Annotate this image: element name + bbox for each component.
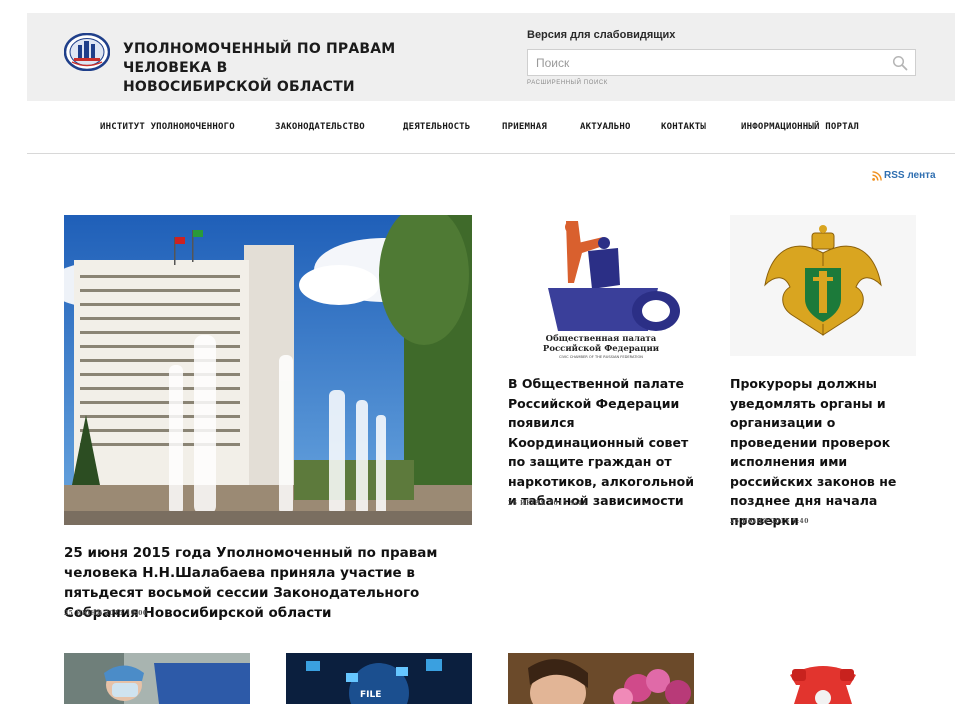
civic-caption-2: Российской Федерации [543,343,660,354]
surgeon-photo [64,653,250,704]
nav-item-institute[interactable]: ИНСТИТУТ УПОЛНОМОЧЕННОГО [100,122,235,132]
low-vision-version-link[interactable]: Версия для слабовидящих [527,29,675,41]
news-date-main: 25 ИЮНЯ 2015 10:00 [64,610,148,617]
news-image-digital[interactable]: FILE [286,653,472,704]
nav-item-contacts[interactable]: КОНТАКТЫ [661,122,706,132]
nav-item-actual[interactable]: АКТУАЛЬНО [580,122,631,132]
civic-caption-3: CIVIC CHAMBER OF THE RUSSIAN FEDERATION [559,355,643,359]
site-title-line1: УПОЛНОМОЧЕННЫЙ ПО ПРАВАМ ЧЕЛОВЕКА В [123,41,396,76]
news-title-prosecutors[interactable]: Прокуроры должны уведомлять органы и орг… [730,374,920,530]
red-telephone-photo [790,666,856,704]
civic-caption-1: Общественная палата [546,333,657,344]
nav-item-info-portal[interactable]: ИНФОРМАЦИОННЫЙ ПОРТАЛ [741,122,859,132]
news-date-civic-chamber: 26 ИЮНЯ 2015 9:43 [508,500,587,507]
advanced-search-link[interactable]: РАСШИРЕННЫЙ ПОИСК [527,80,608,86]
news-image-woman-flowers[interactable] [508,653,694,704]
rss-link[interactable]: RSS лента [872,170,936,181]
digital-file-label: FILE [360,690,381,700]
nav-item-activity[interactable]: ДЕЯТЕЛЬНОСТЬ [403,122,470,132]
search-icon[interactable] [892,55,908,71]
rss-label: RSS лента [884,170,936,181]
news-date-prosecutors: 26 ИЮНЯ 2015 9:40 [730,518,809,525]
search-input[interactable] [528,50,884,75]
news-image-surgeon[interactable] [64,653,250,704]
search-box [527,49,916,76]
news-image-prosecutors[interactable] [730,215,916,356]
news-image-building[interactable] [64,215,472,525]
ombudsman-logo[interactable] [64,33,110,71]
page-frame: УПОЛНОМОЧЕННЫЙ ПО ПРАВАМ ЧЕЛОВЕКА В НОВО… [27,13,955,704]
digital-network-photo: FILE [286,653,472,704]
site-title[interactable]: УПОЛНОМОЧЕННЫЙ ПО ПРАВАМ ЧЕЛОВЕКА В НОВО… [123,40,483,97]
prosecutors-emblem [764,225,882,336]
news-title-civic-chamber[interactable]: В Общественной палате Российской Федерац… [508,374,703,511]
news-image-telephone[interactable] [730,653,916,704]
nav-item-legislation[interactable]: ЗАКОНОДАТЕЛЬСТВО [275,122,365,132]
woman-flowers-photo [508,653,694,704]
site-title-line2: НОВОСИБИРСКОЙ ОБЛАСТИ [123,79,355,95]
civic-chamber-logo: Общественная палата Российской Федерации… [543,221,680,359]
rss-icon [872,170,882,181]
building-photo [64,215,472,525]
site-header: УПОЛНОМОЧЕННЫЙ ПО ПРАВАМ ЧЕЛОВЕКА В НОВО… [27,13,955,101]
nav-item-reception[interactable]: ПРИЕМНАЯ [502,122,547,132]
main-nav: ИНСТИТУТ УПОЛНОМОЧЕННОГО ЗАКОНОДАТЕЛЬСТВ… [27,101,955,154]
news-image-civic-chamber[interactable]: Общественная палата Российской Федерации… [508,213,694,361]
